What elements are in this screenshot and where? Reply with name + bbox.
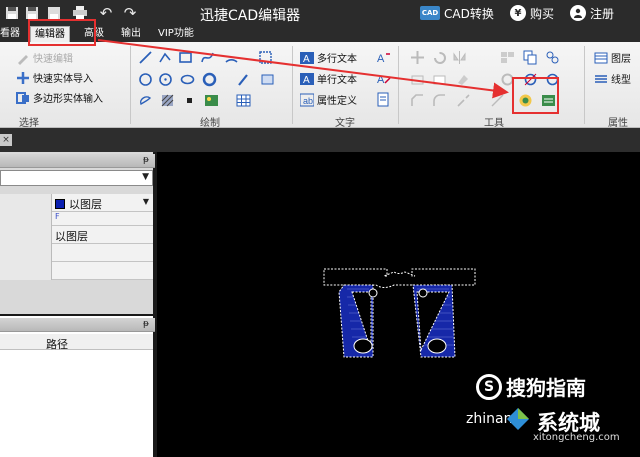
close-tab-button[interactable]: × [0,134,12,146]
property-row[interactable] [0,262,153,280]
document-tab-bar: × [0,128,640,152]
properties-panel-header: ᵽ [0,154,155,168]
linetype-value: 以图层 [55,230,88,243]
property-row[interactable] [0,244,153,262]
property-value: 以图层 [55,196,102,212]
property-row[interactable]: 以图层 ▼ [0,194,153,212]
layers-panel: ᵽ 路径 [0,316,155,457]
layers-panel-header: ᵽ [0,318,155,332]
property-table: 以图层 ▼ F 以图层 [0,194,153,280]
chevron-down-icon[interactable]: ▼ [143,197,149,206]
property-key [0,212,52,226]
property-value: F [55,212,60,221]
property-row[interactable]: F [0,212,153,226]
property-key [0,226,52,244]
properties-panel: ᵽ ▼ 以图层 ▼ F 以图层 [0,152,155,314]
watermark-sogou-text: 搜狗指南 [506,376,586,400]
property-key [0,262,52,280]
property-key [0,194,52,212]
selected-drawing [323,268,476,358]
path-column-header[interactable]: 路径 [0,334,153,351]
xitongcheng-logo-icon [507,408,529,430]
watermark-sogou: S 搜狗指南 [476,372,586,401]
sogou-logo-icon: S [476,373,502,400]
pin-icon[interactable]: ᵽ [143,155,149,165]
watermark-url: xitongcheng.com [533,432,620,443]
layer-color-value: 以图层 [69,198,102,211]
property-key [0,244,52,262]
path-header-label: 路径 [46,338,68,351]
pin-icon[interactable]: ᵽ [143,319,149,329]
property-row[interactable]: 以图层 [0,226,153,244]
entity-type-select[interactable]: ▼ [0,170,153,186]
chevron-down-icon: ▼ [142,172,149,182]
color-swatch [55,199,65,209]
